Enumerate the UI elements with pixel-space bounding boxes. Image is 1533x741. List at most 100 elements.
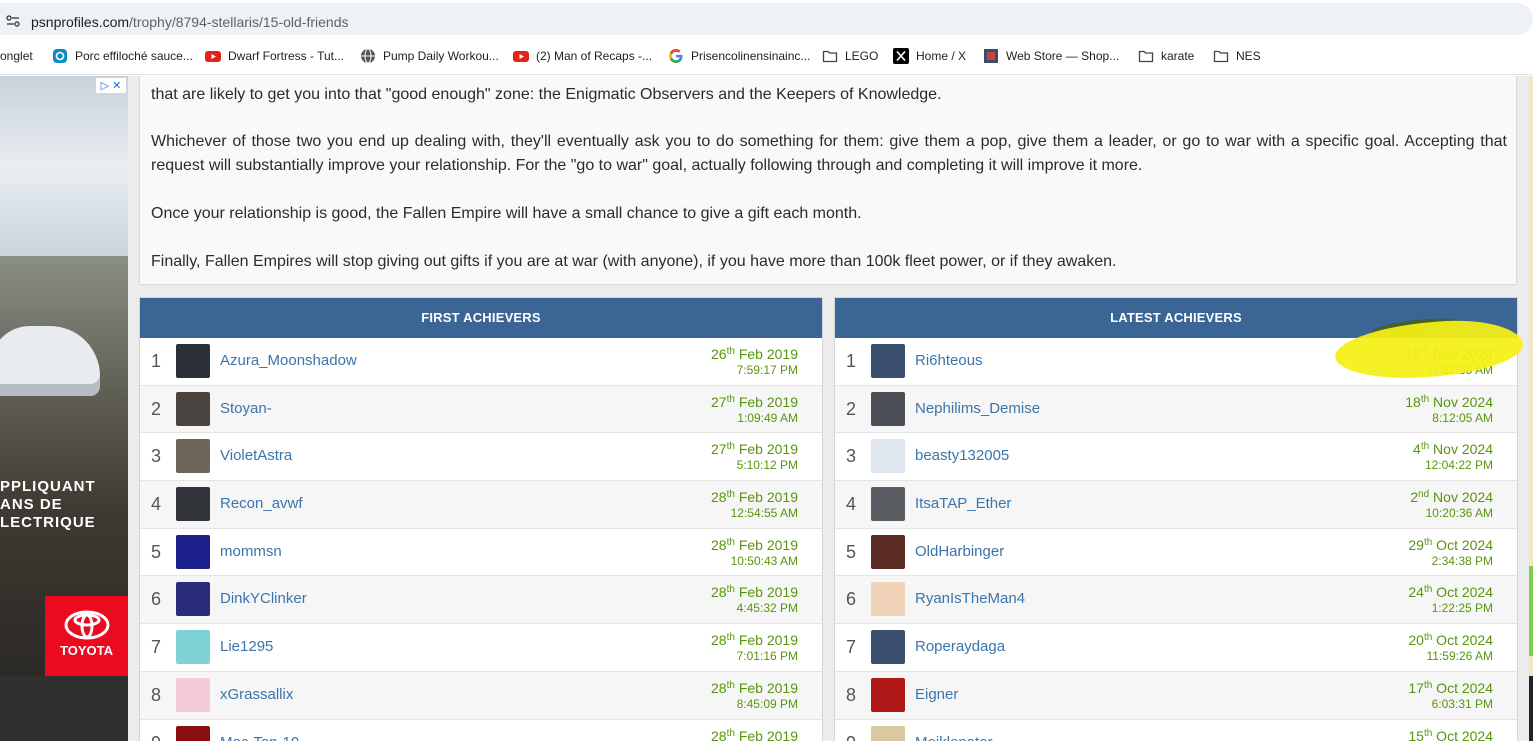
username-link[interactable]: Azura_Moonshadow xyxy=(220,352,357,369)
achiever-row: 9 Meiklenator 15th Oct 2024 xyxy=(835,720,1517,741)
earned-time: 1:22:25 PM xyxy=(1431,601,1493,616)
rank-number: 7 xyxy=(151,637,162,658)
date-ordinal: th xyxy=(726,346,735,357)
date-month-year: Nov 2024 xyxy=(1429,489,1493,506)
folder-icon xyxy=(1138,48,1154,64)
youtube-icon xyxy=(513,48,529,64)
achiever-row: 3 VioletAstra 27th Feb 2019 5:10:12 PM xyxy=(140,433,822,482)
bookmark-8[interactable]: Web Store — Shop... xyxy=(983,47,1119,65)
bookmark-5[interactable]: Prisencolinensinainc... xyxy=(668,47,810,65)
avatar[interactable] xyxy=(176,487,210,522)
username-link[interactable]: Stoyan- xyxy=(220,400,272,417)
site-info-icon[interactable] xyxy=(6,15,20,27)
avatar[interactable] xyxy=(871,630,905,665)
username-link[interactable]: Roperaydaga xyxy=(915,638,1005,655)
username-link[interactable]: OldHarbinger xyxy=(915,543,1004,560)
avatar[interactable] xyxy=(871,487,905,522)
bookmark-10[interactable]: NES xyxy=(1213,47,1261,65)
earned-time: 12:04:22 PM xyxy=(1424,458,1493,473)
avatar[interactable] xyxy=(871,439,905,474)
bookmark-0[interactable]: onglet xyxy=(0,47,33,65)
achiever-row: 1 Ri6hteous 18th Nov 2024 11:32:35 AM xyxy=(835,338,1517,386)
earned-date: 20th Oct 2024 xyxy=(1408,632,1493,648)
google-icon xyxy=(668,48,684,64)
rank-number: 1 xyxy=(846,351,857,371)
date-month-year: Feb 2019 xyxy=(734,441,798,458)
avatar[interactable] xyxy=(871,534,905,569)
bookmark-label: Pump Daily Workou... xyxy=(383,49,499,63)
date-day: 28 xyxy=(711,489,727,506)
latest-achievers-list: 1 Ri6hteous 18th Nov 2024 11:32:35 AM 2 Nephi… xyxy=(835,338,1517,741)
username-link[interactable]: Eigner xyxy=(915,686,958,703)
bookmark-3[interactable]: Pump Daily Workou... xyxy=(360,47,499,65)
avatar[interactable] xyxy=(176,725,210,741)
username-link[interactable]: Recon_avwf xyxy=(220,495,303,512)
bookmark-4[interactable]: (2) Man of Recaps -... xyxy=(513,47,652,65)
toyota-logo[interactable]: TOYOTA xyxy=(45,596,128,676)
earned-date: 27th Feb 2019 xyxy=(711,441,798,457)
avatar[interactable] xyxy=(871,725,905,741)
earned-datetime: 28th Feb 2019 4:45:32 PM xyxy=(711,584,798,616)
username-link[interactable]: VioletAstra xyxy=(220,447,292,464)
earned-datetime: 18th Nov 2024 11:32:35 AM xyxy=(1405,346,1493,378)
username-link[interactable]: Nephilims_Demise xyxy=(915,400,1040,417)
avatar[interactable] xyxy=(871,391,905,426)
avatar[interactable] xyxy=(176,391,210,426)
advertisement[interactable]: ▷ ✕ PPLIQUANT ANS DE LECTRIQUE TOYOTA xyxy=(0,76,128,676)
username-link[interactable]: Mac-Ten-10 xyxy=(220,734,299,741)
ad-choices-icon[interactable]: ▷ ✕ xyxy=(96,78,126,93)
globe-icon xyxy=(360,48,376,64)
achiever-row: 2 Nephilims_Demise 18th Nov 2024 8:12:05 AM xyxy=(835,385,1517,434)
username-link[interactable]: Lie1295 xyxy=(220,638,273,655)
bookmark-1[interactable]: Porc effiloché sauce... xyxy=(52,47,193,65)
username-link[interactable]: DinkYClinker xyxy=(220,590,307,607)
username-link[interactable]: Meiklenator xyxy=(915,734,993,741)
guide-paragraph-4: Finally, Fallen Empires will stop giving… xyxy=(151,253,1117,270)
address-field[interactable]: psnprofiles.com/trophy/8794-stellaris/15… xyxy=(0,3,1533,35)
avatar[interactable] xyxy=(176,534,210,569)
avatar[interactable] xyxy=(871,582,905,617)
site-icon xyxy=(52,48,68,64)
avatar[interactable] xyxy=(176,439,210,474)
ad-footer xyxy=(0,676,128,741)
rank-number: 4 xyxy=(151,494,162,515)
bookmark-label: LEGO xyxy=(845,49,879,63)
username-link[interactable]: beasty132005 xyxy=(915,447,1009,464)
achiever-row: 4 Recon_avwf 28th Feb 2019 12:54:55 AM xyxy=(140,481,822,529)
avatar[interactable] xyxy=(176,344,210,378)
toyota-wordmark: TOYOTA xyxy=(60,643,113,658)
url-text[interactable]: psnprofiles.com/trophy/8794-stellaris/15… xyxy=(31,14,349,30)
rank-number: 8 xyxy=(846,684,857,705)
avatar[interactable] xyxy=(871,677,905,712)
date-ordinal: th xyxy=(726,393,735,405)
achiever-row: 2 Stoyan- 27th Feb 2019 1:09:49 AM xyxy=(140,385,822,434)
youtube-icon xyxy=(205,48,221,64)
avatar[interactable] xyxy=(176,677,210,712)
bookmark-7[interactable]: Home / X xyxy=(893,47,966,65)
bookmark-2[interactable]: Dwarf Fortress - Tut... xyxy=(205,47,344,65)
avatar[interactable] xyxy=(176,582,210,617)
bookmark-9[interactable]: karate xyxy=(1138,47,1194,65)
achiever-row: 4 ItsaTAP_Ether 2nd Nov 2024 10:20:36 AM xyxy=(835,481,1517,529)
username-link[interactable]: mommsn xyxy=(220,543,282,560)
earned-time: 2:34:38 PM xyxy=(1431,553,1493,568)
achiever-row: 5 mommsn 28th Feb 2019 10:50:43 AM xyxy=(140,529,822,577)
bookmark-label: Home / X xyxy=(916,49,967,63)
achiever-row: 6 RyanIsTheMan4 24th Oct 2024 1:22:25 PM xyxy=(835,576,1517,625)
bookmark-6[interactable]: LEGO xyxy=(822,47,878,65)
bookmark-label: Prisencolinensinainc... xyxy=(691,49,811,63)
avatar[interactable] xyxy=(871,344,905,378)
username-link[interactable]: RyanIsTheMan4 xyxy=(915,590,1025,607)
earned-time: 6:03:31 PM xyxy=(1431,696,1493,711)
username-link[interactable]: xGrassallix xyxy=(220,686,293,703)
earned-date: 15th Oct 2024 xyxy=(1408,728,1493,741)
earned-date: 28th Feb 2019 xyxy=(711,537,798,553)
username-link[interactable]: Ri6hteous xyxy=(915,352,983,369)
ad-text: PPLIQUANT ANS DE LECTRIQUE xyxy=(0,478,96,531)
date-day: 18 xyxy=(1405,393,1421,410)
avatar[interactable] xyxy=(176,630,210,665)
guide-paragraph-3: Once your relationship is good, the Fall… xyxy=(151,205,862,222)
date-ordinal: th xyxy=(1420,393,1430,405)
date-day: 20 xyxy=(1408,632,1424,649)
username-link[interactable]: ItsaTAP_Ether xyxy=(915,495,1011,512)
